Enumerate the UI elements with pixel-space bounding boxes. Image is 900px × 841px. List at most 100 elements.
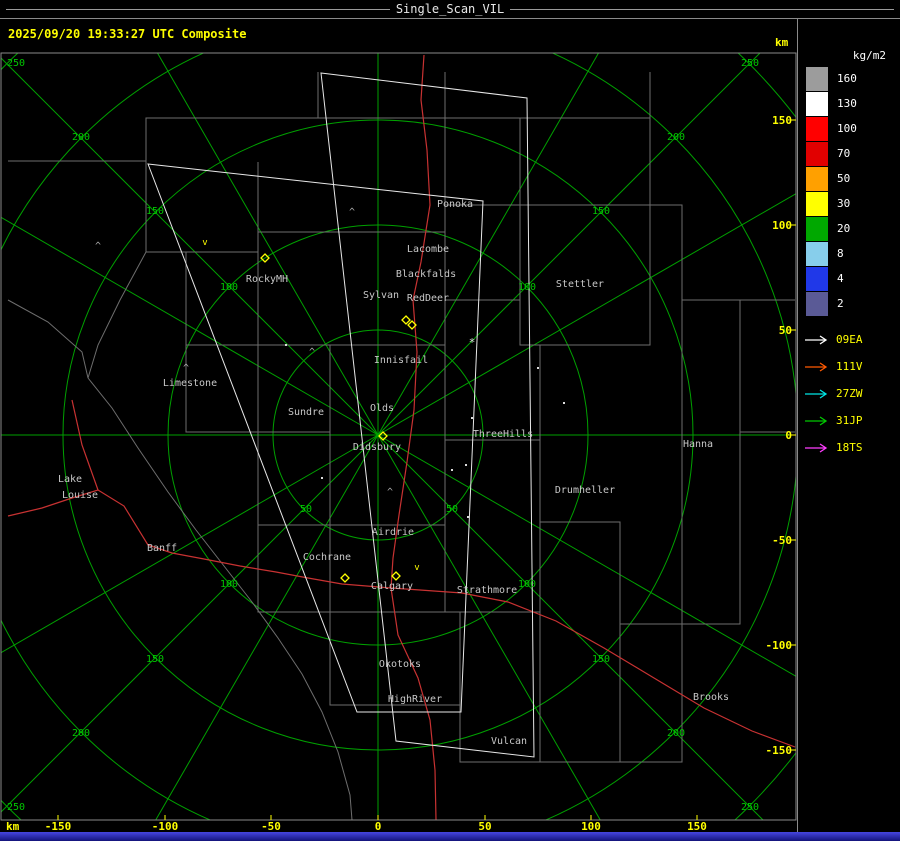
axis-label: 100	[772, 219, 792, 232]
town-marker	[471, 417, 473, 419]
colorbar: 160 130 100 70 50 30 20 8 4 2	[798, 66, 900, 316]
range-label: 100	[518, 282, 536, 293]
town-marker	[285, 344, 287, 346]
colorbar-entry: 130	[798, 91, 900, 116]
boundary-line	[7, 299, 89, 379]
city-label: Calgary	[371, 581, 413, 592]
town-marker	[563, 402, 565, 404]
range-label: 150	[146, 206, 164, 217]
axis-label: 150	[772, 114, 792, 127]
colorbar-entry: 20	[798, 216, 900, 241]
radar-arrow-icon	[805, 334, 828, 345]
color-swatch	[806, 141, 828, 166]
range-label: 100	[220, 282, 238, 293]
storm-vector-marker: v	[202, 238, 207, 248]
radar-arrow-icon	[805, 415, 828, 426]
color-swatch	[806, 266, 828, 291]
boundary-line	[682, 432, 741, 625]
summit-marker: ^	[95, 241, 101, 252]
boundary-line	[87, 377, 353, 820]
radar-arrow-icon	[805, 361, 828, 372]
window-titlebar[interactable]: Single_Scan_VIL	[0, 0, 900, 19]
boundary-line	[520, 117, 651, 206]
city-label: Lacombe	[407, 244, 449, 255]
city-label: Sundre	[288, 407, 324, 418]
range-label: 250	[741, 802, 759, 813]
colorbar-entry: 8	[798, 241, 900, 266]
city-label: Airdrie	[372, 527, 414, 538]
boundary-line	[257, 432, 331, 526]
colorbar-value: 160	[837, 72, 857, 85]
storm-vector-marker: v	[414, 563, 419, 573]
colorbar-value: 8	[837, 247, 844, 260]
titlebar-line-right	[510, 8, 894, 10]
time-scrollbar[interactable]	[0, 832, 900, 841]
boundary-line	[620, 624, 683, 763]
radar-viewer-window: Single_Scan_VIL 2025/09/20 19:33:27 UTC …	[0, 0, 900, 841]
range-label: 100	[518, 579, 536, 590]
radar-legend: 09EA 111V 27ZW 31JP 18TS	[798, 326, 900, 461]
legend-item: 18TS	[798, 434, 900, 461]
summit-marker: ^	[309, 347, 315, 358]
boundary-line	[257, 525, 331, 613]
colorbar-entry: 30	[798, 191, 900, 216]
town-marker	[465, 464, 467, 466]
city-label: Vulcan	[491, 736, 527, 747]
radar-id-label: 31JP	[836, 414, 863, 427]
city-label: Hanna	[683, 439, 713, 450]
city-label: Strathmore	[457, 585, 517, 596]
city-label: Blackfalds	[396, 269, 456, 280]
summit-marker: ^	[183, 363, 189, 374]
radial-line	[377, 53, 600, 436]
colorbar-entry: 2	[798, 291, 900, 316]
colorbar-value: 20	[837, 222, 851, 235]
range-label: 50	[300, 504, 312, 515]
town-marker	[451, 469, 453, 471]
range-label: 200	[667, 728, 685, 739]
boundary-line	[620, 300, 683, 625]
colorbar-value: 4	[837, 272, 844, 285]
town-marker	[467, 516, 469, 518]
color-swatch	[806, 166, 828, 191]
boundary-line	[540, 624, 621, 763]
color-swatch	[806, 216, 828, 241]
range-label: 100	[220, 579, 238, 590]
radar-site-marker	[391, 571, 401, 581]
legend-item: 27ZW	[798, 380, 900, 407]
radar-id-label: 09EA	[836, 333, 863, 346]
legend-item: 111V	[798, 353, 900, 380]
radial-line	[377, 53, 761, 436]
radar-id-label: 18TS	[836, 441, 863, 454]
radar-coverage-outline	[320, 72, 535, 758]
radar-id-label: 27ZW	[836, 387, 863, 400]
summit-marker: ^	[349, 207, 355, 218]
boundary-line	[444, 117, 521, 206]
city-label: RedDeer	[407, 293, 449, 304]
color-swatch	[806, 191, 828, 216]
city-label: Drumheller	[555, 485, 615, 496]
radial-line	[377, 434, 796, 677]
town-marker: *	[469, 336, 476, 349]
radar-map-canvas[interactable]: 50 50 100 100 100 100 150 150 150 150 200 200 200 200…	[0, 19, 797, 833]
city-label: Didsbury	[353, 442, 401, 453]
radar-id-label: 111V	[836, 360, 863, 373]
range-label: 150	[146, 654, 164, 665]
city-label: RockyMH	[246, 274, 288, 285]
range-label: 250	[7, 58, 25, 69]
titlebar-line-left	[6, 8, 390, 10]
axis-label: 50	[779, 324, 792, 337]
axis-unit-label: km	[775, 36, 789, 49]
radial-line	[155, 434, 379, 820]
colorbar-value: 70	[837, 147, 851, 160]
boundary-line	[87, 251, 147, 379]
radar-site-marker	[340, 573, 350, 583]
boundary-line	[539, 440, 621, 624]
colorbar-entry: 100	[798, 116, 900, 141]
city-label: Sylvan	[363, 290, 399, 301]
range-label: 250	[7, 802, 25, 813]
color-swatch	[806, 66, 828, 91]
range-label: 200	[72, 132, 90, 143]
city-label: Lake	[58, 474, 82, 485]
city-label: Cochrane	[303, 552, 351, 563]
radar-arrow-icon	[805, 442, 828, 453]
